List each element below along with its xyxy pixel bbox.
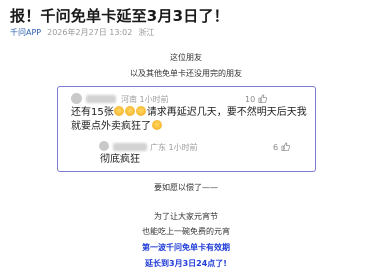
highlight-line-1: 第一波千问免单卡有效期 (142, 243, 230, 252)
comment-screenshot-card: 河南 1小时前 10 还有15张 请求再延迟几天，要不然明天后天我就要点外卖疯狂了… (57, 86, 316, 172)
reply-time: 1小时前 (168, 143, 198, 152)
emoji-icon (114, 106, 125, 116)
intro-line-1: 这位朋友 (170, 53, 202, 62)
article-source[interactable]: 千问APP (10, 28, 41, 37)
like-count[interactable]: 6 (273, 142, 291, 152)
blurred-username (86, 95, 116, 103)
comment-meta: 河南 1小时前 (121, 94, 169, 105)
emoji-icon (136, 106, 147, 116)
like-icon[interactable] (281, 142, 291, 151)
comment-text-part: 还有15张 (71, 107, 114, 118)
blurred-username (113, 143, 147, 151)
reply-location: 广东 (150, 143, 166, 152)
avatar (71, 93, 82, 104)
outro-line: 要如愿以偿了—— (154, 183, 218, 192)
highlight-line-2: 延长到3月3日24点了! (145, 259, 227, 268)
comment-time: 1小时前 (139, 95, 169, 104)
article-datetime: 2026年2月27日 13:02 (47, 28, 133, 37)
article-meta: 千问APP 2026年2月27日 13:02 浙江 (10, 27, 160, 38)
reply-meta: 广东 1小时前 (150, 142, 198, 153)
reply-text: 彻底疯狂 (100, 154, 140, 165)
intro-line-2: 以及其他免单卡还没用完的朋友 (130, 69, 242, 78)
comment-location: 河南 (121, 95, 137, 104)
like-number: 6 (273, 143, 279, 152)
body-line-2: 也能吃上一碗免费的元宵 (142, 227, 230, 236)
article-location: 浙江 (138, 28, 155, 37)
emoji-icon (151, 120, 162, 130)
like-number: 10 (245, 95, 256, 104)
article-title: 报！千问免单卡延至3月3日了！ (10, 7, 229, 25)
comment-text: 还有15张 请求再延迟几天，要不然明天后天我就要点外卖疯狂了 (71, 106, 311, 134)
like-icon[interactable] (258, 94, 268, 103)
like-count[interactable]: 10 (245, 94, 268, 104)
body-line-1: 为了让大家元宵节 (154, 212, 218, 221)
emoji-icon (125, 106, 136, 116)
avatar (99, 141, 109, 151)
